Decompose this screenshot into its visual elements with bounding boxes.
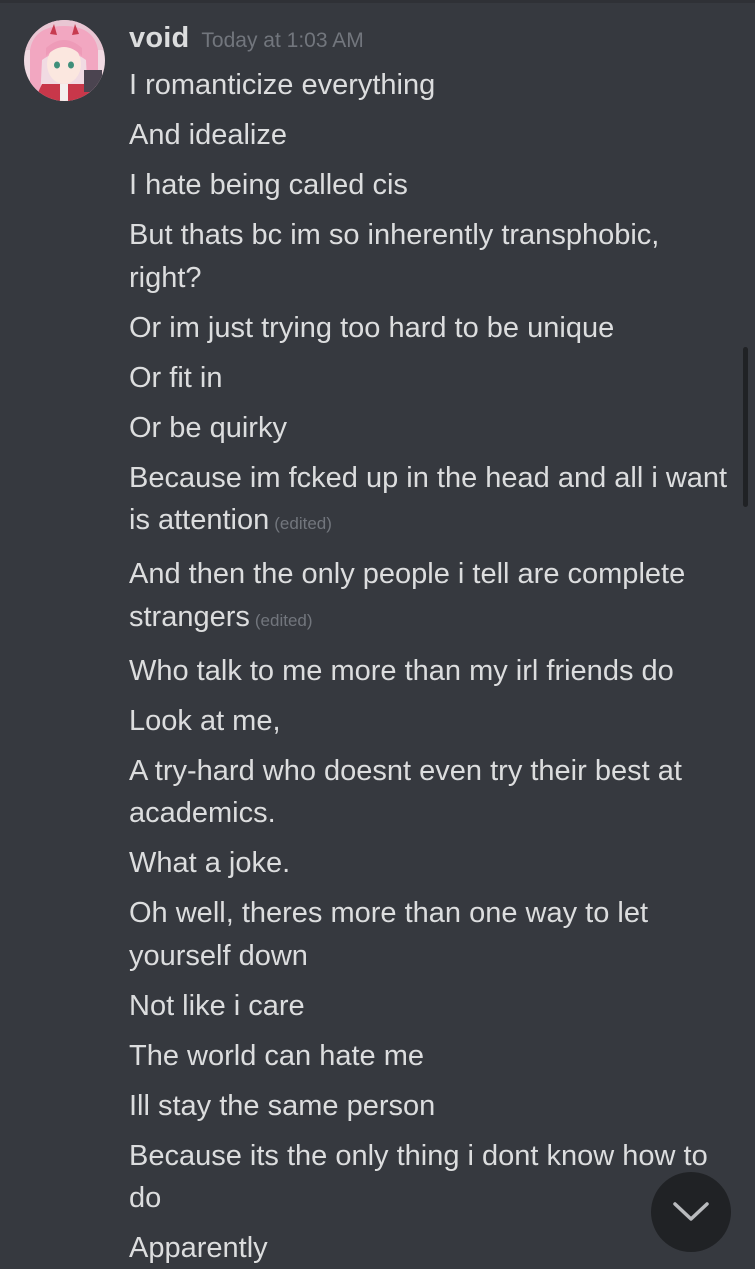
message-text: Ill stay the same person xyxy=(129,1089,436,1122)
message-item[interactable]: Because its the only thing i dont know h… xyxy=(129,1135,729,1220)
message-text: Because its the only thing i dont know h… xyxy=(129,1139,708,1215)
message-item[interactable]: What a joke. xyxy=(129,842,729,885)
message-item[interactable]: And idealize xyxy=(129,114,729,157)
message-header: void Today at 1:03 AM xyxy=(129,22,364,62)
message-item[interactable]: And then the only people i tell are comp… xyxy=(129,553,729,642)
message-item[interactable]: I romanticize everything xyxy=(129,64,729,107)
avatar[interactable] xyxy=(24,20,105,101)
message-text: A try-hard who doesnt even try their bes… xyxy=(129,754,682,830)
username[interactable]: void xyxy=(129,22,189,55)
edited-label: (edited) xyxy=(274,514,332,533)
message-text: Oh well, theres more than one way to let… xyxy=(129,897,649,972)
message-text: Or im just trying too hard to be unique xyxy=(129,311,615,344)
message-text: The world can hate me xyxy=(129,1039,424,1072)
top-divider xyxy=(0,0,755,3)
message-text: Who talk to me more than my irl friends … xyxy=(129,654,674,687)
edited-label: (edited) xyxy=(254,610,313,630)
message-text: And idealize xyxy=(129,119,287,151)
message-item[interactable]: Or be quirky xyxy=(129,407,729,450)
message-text: Look at me, xyxy=(129,704,281,737)
message-text: And then the only people i tell are comp… xyxy=(129,558,686,633)
message-item[interactable]: I hate being called cis xyxy=(129,164,729,207)
message-text: What a joke. xyxy=(129,847,291,879)
message-text: Apparently xyxy=(129,1232,268,1264)
message-item[interactable]: Because im fcked up in the head and all … xyxy=(129,457,729,546)
message-item[interactable]: Or fit in xyxy=(129,357,729,400)
message-text: Not like i care xyxy=(129,989,305,1022)
message-item[interactable]: But thats bc im so inherently transphobi… xyxy=(129,214,729,299)
message-item[interactable]: Ill stay the same person xyxy=(129,1085,729,1128)
message-text: Or be quirky xyxy=(129,411,287,444)
chevron-down-icon xyxy=(673,1202,709,1221)
message-item[interactable]: A try-hard who doesnt even try their bes… xyxy=(129,750,729,835)
timestamp: Today at 1:03 AM xyxy=(201,29,364,52)
message-list: I romanticize everything And idealize I ha… xyxy=(129,64,729,1269)
jump-to-present-button[interactable] xyxy=(651,1172,731,1252)
message-item[interactable]: The world can hate me xyxy=(129,1035,729,1078)
message-item[interactable]: Who talk to me more than my irl friends … xyxy=(129,650,729,693)
message-text: I romanticize everything xyxy=(129,69,436,101)
anime-avatar-icon xyxy=(24,20,105,101)
message-item[interactable]: Apparently xyxy=(129,1227,729,1269)
message-text: Or fit in xyxy=(129,361,223,394)
message-item[interactable]: Not like i care xyxy=(129,985,729,1028)
message-item[interactable]: Look at me, xyxy=(129,700,729,743)
message-text: I hate being called cis xyxy=(129,169,408,201)
scrollbar-thumb[interactable] xyxy=(743,347,748,507)
message-item[interactable]: Or im just trying too hard to be unique xyxy=(129,307,729,350)
message-item[interactable]: Oh well, theres more than one way to let… xyxy=(129,892,729,977)
message-text: But thats bc im so inherently transphobi… xyxy=(129,219,660,294)
message-text: Because im fcked up in the head and all … xyxy=(129,461,728,537)
